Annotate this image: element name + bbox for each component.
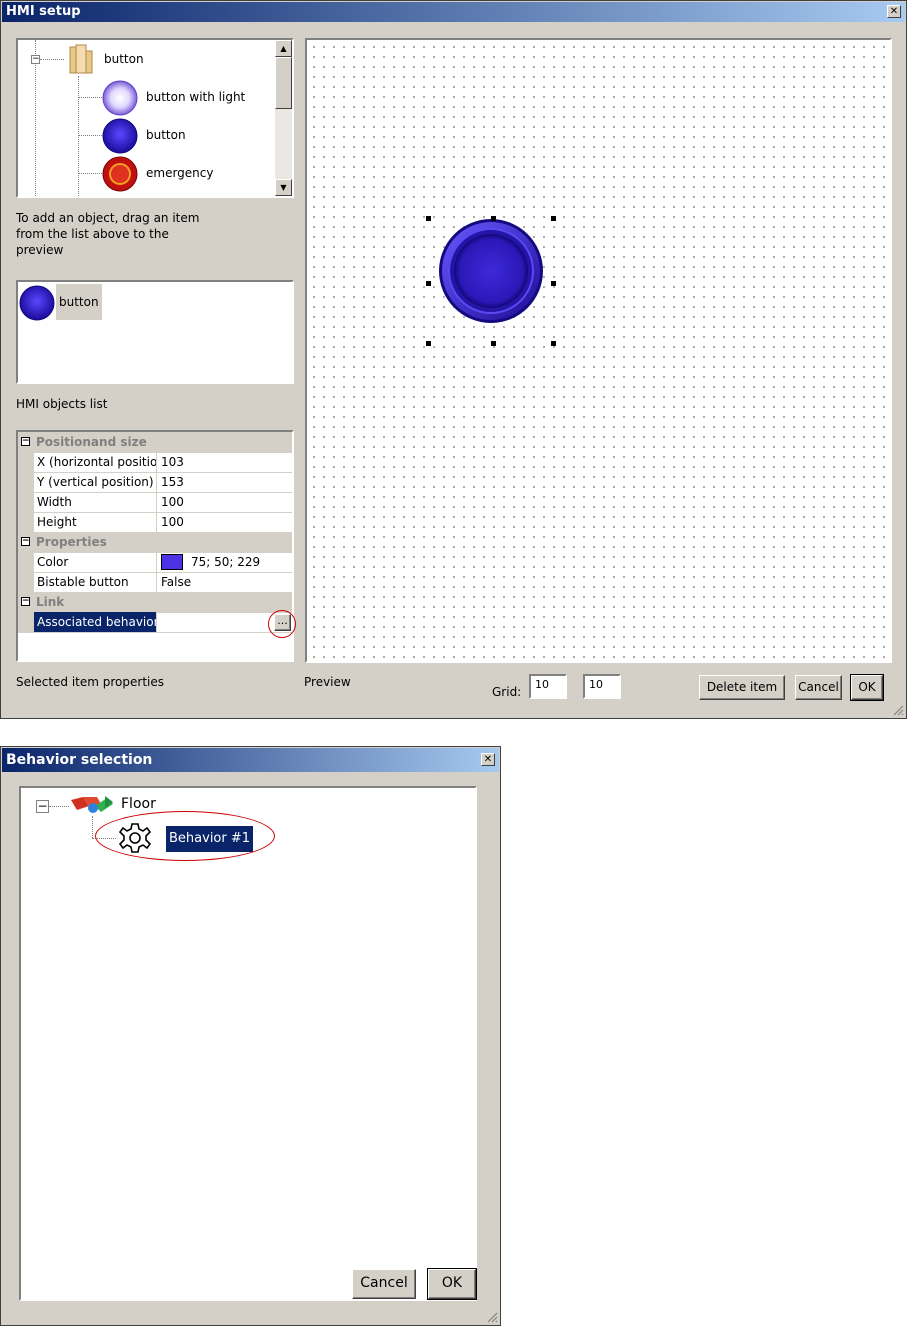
prop-row-width[interactable]: Width 100 bbox=[18, 492, 292, 513]
list-item[interactable]: button bbox=[19, 284, 102, 321]
folder-icon bbox=[69, 44, 93, 74]
behavior-titlebar[interactable]: Behavior selection ✕ bbox=[2, 748, 499, 772]
color-swatch bbox=[161, 554, 183, 570]
ok-button[interactable]: OK bbox=[850, 674, 884, 701]
scroll-thumb[interactable] bbox=[275, 57, 292, 109]
preview-caption: Preview bbox=[304, 675, 351, 689]
resize-handle[interactable] bbox=[551, 216, 556, 221]
prop-row-bistable[interactable]: Bistable button False bbox=[18, 572, 292, 593]
tree-item-label[interactable]: button with light bbox=[146, 90, 245, 104]
resize-handle[interactable] bbox=[426, 341, 431, 346]
palette-scrollbar[interactable]: ▲ ▼ bbox=[275, 40, 292, 196]
prop-row-y[interactable]: Y (vertical position) 153 bbox=[18, 472, 292, 493]
tree-item-label[interactable]: button bbox=[104, 52, 144, 66]
light-button-icon bbox=[102, 80, 138, 116]
blue-button-icon bbox=[102, 118, 138, 154]
preview-canvas[interactable] bbox=[307, 40, 890, 661]
resize-handle[interactable] bbox=[426, 281, 431, 286]
color-value: 75; 50; 229 bbox=[191, 555, 261, 569]
objects-list[interactable]: button bbox=[16, 280, 294, 384]
close-icon[interactable]: ✕ bbox=[481, 753, 495, 766]
blue-button-icon bbox=[19, 285, 55, 321]
grid-label: Grid: bbox=[492, 685, 522, 699]
collapse-icon[interactable]: − bbox=[31, 55, 40, 64]
property-grid[interactable]: − Positionand size X (horizontal positio… bbox=[16, 430, 294, 662]
grid-x-input[interactable]: 10 bbox=[529, 674, 567, 699]
resize-handle[interactable] bbox=[551, 281, 556, 286]
window-title: Behavior selection bbox=[6, 752, 153, 768]
list-item-label: button bbox=[56, 284, 102, 320]
preview-blue-button[interactable] bbox=[436, 216, 546, 326]
cancel-button[interactable]: Cancel bbox=[795, 675, 842, 700]
resize-grip-icon[interactable] bbox=[486, 1311, 498, 1323]
scroll-down-icon[interactable]: ▼ bbox=[275, 179, 292, 196]
objects-list-caption: HMI objects list bbox=[16, 397, 108, 411]
scroll-up-icon[interactable]: ▲ bbox=[275, 40, 292, 57]
resize-handle[interactable] bbox=[551, 341, 556, 346]
resize-handle[interactable] bbox=[491, 216, 496, 221]
drag-hint: To add an object, drag an item from the … bbox=[16, 211, 200, 257]
highlight-circle bbox=[268, 610, 296, 638]
delete-item-button[interactable]: Delete item bbox=[699, 675, 785, 700]
prop-row-color[interactable]: Color 75; 50; 229 bbox=[18, 552, 292, 573]
prop-row-height[interactable]: Height 100 bbox=[18, 512, 292, 533]
category-position[interactable]: − Positionand size bbox=[18, 432, 292, 453]
resize-handle[interactable] bbox=[491, 341, 496, 346]
resize-grip-icon[interactable] bbox=[892, 704, 904, 716]
behavior-selection-window: Behavior selection ✕ − Floor Behavior #1… bbox=[0, 746, 501, 1326]
behavior-tree[interactable]: − Floor Behavior #1 bbox=[19, 786, 477, 1301]
grid-y-input[interactable]: 10 bbox=[583, 674, 621, 699]
tree-item-label[interactable]: emergency bbox=[146, 166, 213, 180]
properties-caption: Selected item properties bbox=[16, 675, 164, 689]
floor-icon[interactable] bbox=[69, 794, 115, 816]
hmi-setup-titlebar[interactable]: HMI setup ✕ bbox=[2, 2, 905, 22]
category-properties[interactable]: − Properties bbox=[18, 532, 292, 553]
emergency-button-icon bbox=[102, 156, 138, 192]
preview-frame bbox=[305, 38, 892, 663]
resize-handle[interactable] bbox=[426, 216, 431, 221]
ok-button[interactable]: OK bbox=[427, 1268, 477, 1300]
hmi-setup-window: HMI setup ✕ − button button with light b… bbox=[0, 0, 907, 719]
collapse-icon[interactable]: − bbox=[21, 597, 30, 606]
collapse-icon[interactable]: − bbox=[21, 537, 30, 546]
highlight-ellipse bbox=[95, 811, 275, 861]
close-icon[interactable]: ✕ bbox=[887, 5, 901, 18]
tree-item-floor[interactable]: Floor bbox=[121, 796, 156, 812]
palette-tree[interactable]: − button button with light button emerge bbox=[16, 38, 294, 198]
category-link[interactable]: − Link bbox=[18, 592, 292, 613]
window-title: HMI setup bbox=[6, 4, 81, 19]
cancel-button[interactable]: Cancel bbox=[352, 1269, 416, 1299]
prop-row-behavior[interactable]: Associated behavior ... bbox=[18, 612, 292, 633]
collapse-icon[interactable]: − bbox=[21, 437, 30, 446]
tree-item-label[interactable]: button bbox=[146, 128, 186, 142]
collapse-icon[interactable]: − bbox=[36, 800, 49, 813]
prop-row-x[interactable]: X (horizontal position 103 bbox=[18, 452, 292, 473]
